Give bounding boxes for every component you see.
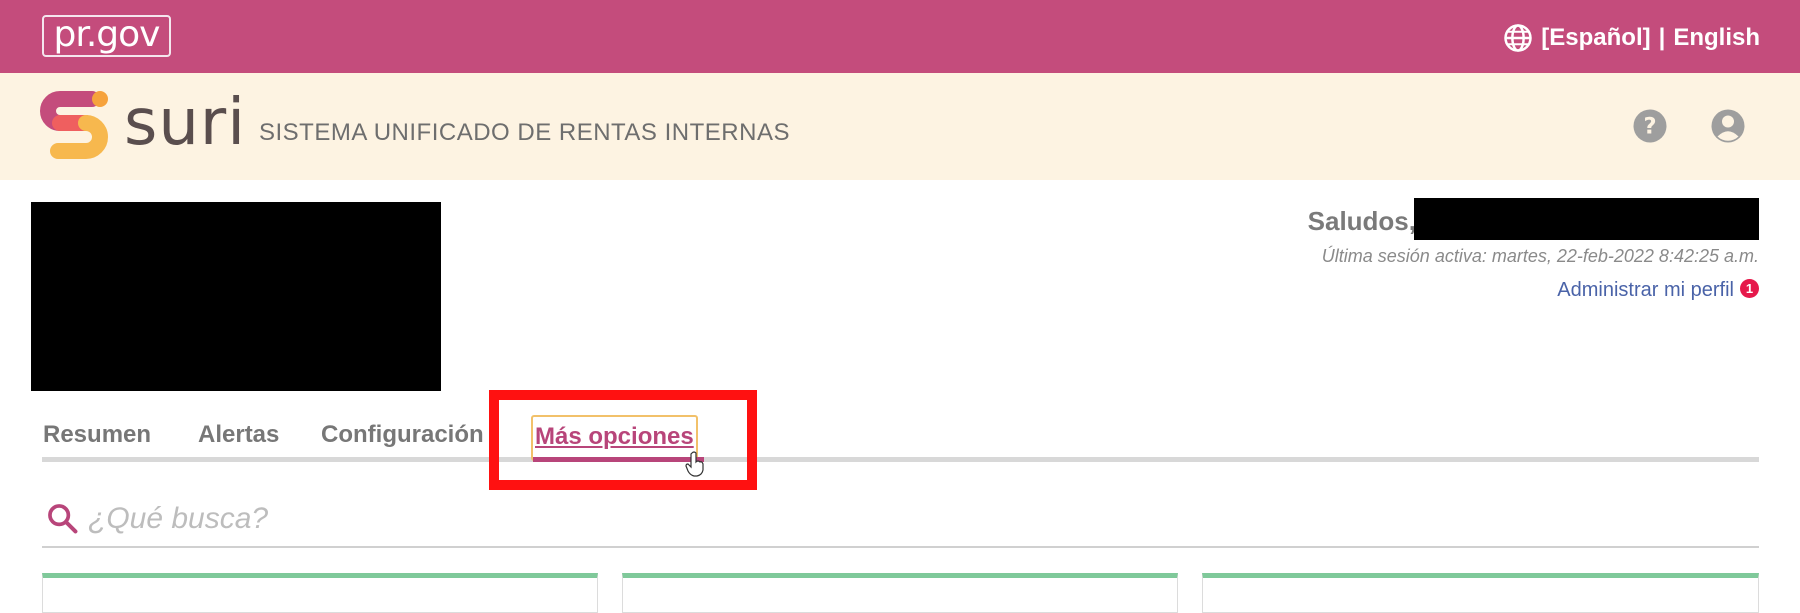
tabs-divider <box>42 457 1759 462</box>
suri-wordmark: suri <box>124 86 246 160</box>
profile-notification-badge: 1 <box>1740 279 1759 298</box>
language-switcher: [Español] | English <box>1503 20 1760 56</box>
redacted-username <box>1414 198 1759 240</box>
app-subtitle: SISTEMA UNIFICADO DE RENTAS INTERNAS <box>259 119 790 146</box>
search-icon[interactable] <box>45 501 79 535</box>
prgov-logo[interactable]: pr.gov <box>42 15 171 57</box>
language-espanol-link[interactable]: [Español] <box>1541 24 1650 52</box>
app-header: suri SISTEMA UNIFICADO DE RENTAS INTERNA… <box>0 73 1800 180</box>
tab-configuracion[interactable]: Configuración <box>321 421 484 449</box>
language-separator: | <box>1658 24 1666 51</box>
greeting-label: Saludos, <box>1307 206 1416 236</box>
svg-text:?: ? <box>1643 114 1656 140</box>
highlight-annotation-box <box>489 390 757 490</box>
search-underline <box>42 546 1759 548</box>
suri-logo-icon[interactable] <box>40 85 112 167</box>
dashboard-card[interactable] <box>622 573 1178 613</box>
manage-profile-link[interactable]: Administrar mi perfil <box>1557 279 1734 302</box>
hand-pointer-cursor-icon <box>685 451 704 477</box>
account-icon[interactable] <box>1710 108 1746 144</box>
help-icon[interactable]: ? <box>1632 108 1668 144</box>
dashboard-card[interactable] <box>1202 573 1759 613</box>
globe-icon <box>1504 24 1533 52</box>
tab-alertas[interactable]: Alertas <box>198 421 279 449</box>
search-input[interactable] <box>86 497 1750 541</box>
last-session-text: Última sesión activa: martes, 22-feb-202… <box>1321 246 1759 266</box>
dashboard-card[interactable] <box>42 573 598 613</box>
language-english-link[interactable]: English <box>1673 24 1760 52</box>
redacted-logo <box>31 202 441 391</box>
tab-resumen[interactable]: Resumen <box>43 421 151 449</box>
gov-topbar: pr.gov [Español] | English <box>0 0 1800 73</box>
